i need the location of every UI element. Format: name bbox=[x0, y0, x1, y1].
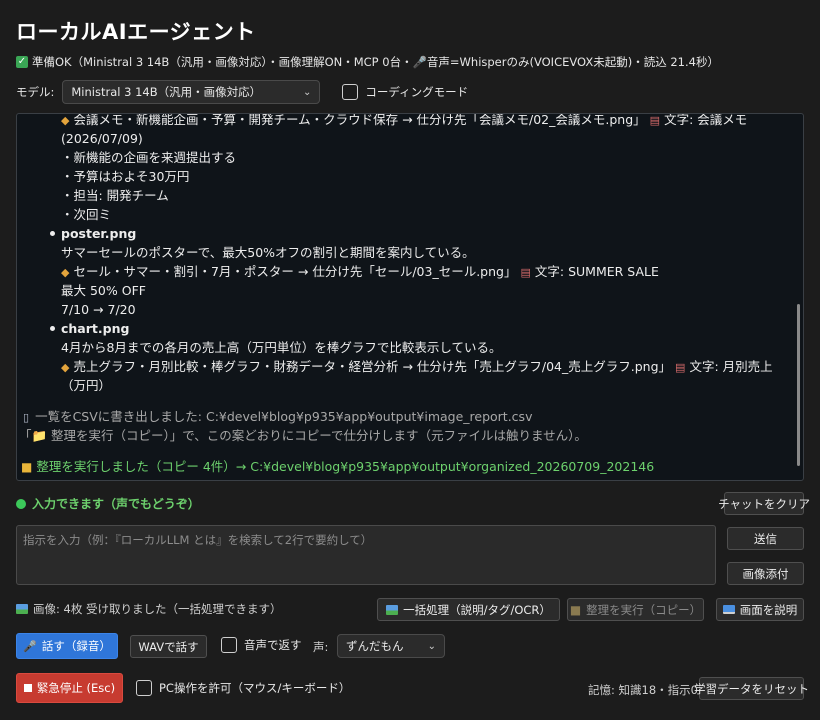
microphone-icon: 🎤 bbox=[23, 639, 37, 653]
image-icon bbox=[386, 604, 399, 615]
organize-done-line: ■ 整理を実行しました（コピー 4件）→ C:¥devel¥blog¥p935¥a… bbox=[21, 459, 655, 474]
prompt-placeholder: 指示を入力（例：『ローカルLLM とは』を検索して2行で要約して） bbox=[23, 533, 373, 547]
check-icon: ✓ bbox=[16, 56, 28, 68]
coding-mode-checkbox[interactable] bbox=[342, 84, 359, 100]
chat-line: ・次回ミ bbox=[61, 207, 112, 222]
file-icon: ▯ bbox=[23, 411, 30, 424]
describe-screen-button[interactable]: 画面を説明 bbox=[716, 598, 804, 621]
wav-talk-button[interactable]: WAVで話す bbox=[130, 635, 207, 658]
voice-reply-checkbox[interactable] bbox=[221, 637, 237, 653]
model-label: モデル: bbox=[16, 85, 55, 99]
organize-hint-line: 「📁 整理を実行（コピー）」で、この案どおりにコピーで仕分けします（元ファイルは… bbox=[19, 428, 587, 443]
tag-icon: ◆ bbox=[61, 266, 70, 279]
chat-log[interactable]: ◆ 会議メモ・新機能企画・予算・開発チーム・クラウド保存 → 仕分け先「会議メモ/… bbox=[16, 113, 804, 481]
chat-line: ・新機能の企画を来週提出する bbox=[61, 150, 237, 165]
model-select-value: Ministral 3 14B（汎用・画像対応） bbox=[71, 85, 262, 99]
chat-line: ・担当: 開発チーム bbox=[61, 188, 169, 203]
status-line: ✓ 準備OK（Ministral 3 14B（汎用・画像対応）・画像理解ON・M… bbox=[16, 54, 719, 70]
monitor-icon bbox=[722, 605, 735, 614]
chat-line: 4月から8月までの各月の売上高（万円単位）を棒グラフで比較表示している。 bbox=[61, 340, 502, 355]
image-icon bbox=[16, 604, 28, 614]
clear-chat-button[interactable]: チャットをクリア bbox=[718, 492, 810, 515]
document-icon: ▤ bbox=[675, 361, 686, 374]
chevron-down-icon: ⌄ bbox=[302, 86, 312, 98]
chevron-down-icon: ⌄ bbox=[427, 640, 436, 652]
talk-button[interactable]: 🎤 話す（録音） bbox=[16, 633, 118, 659]
bullet-icon bbox=[50, 326, 55, 331]
send-button[interactable]: 送信 bbox=[727, 527, 804, 550]
status-dot-icon bbox=[16, 498, 26, 509]
stop-icon bbox=[23, 684, 32, 692]
chat-line: ◆ 会議メモ・新機能企画・予算・開発チーム・クラウド保存 → 仕分け先「会議メモ/… bbox=[61, 113, 748, 127]
folder-icon: ■ bbox=[569, 602, 582, 617]
chat-line: (2026/07/09) bbox=[61, 131, 143, 146]
memory-status: 記憶: 知識18・指示0 bbox=[588, 683, 698, 697]
chat-line: ◆ 売上グラフ・月別比較・棒グラフ・財務データ・経営分析 → 仕分け先「売上グラフ… bbox=[61, 359, 773, 374]
chat-line: ◆ セール・サマー・割引・7月・ポスター → 仕分け先「セール/03_セール.pn… bbox=[61, 264, 659, 279]
model-row: モデル: Ministral 3 14B（汎用・画像対応） ⌄ コーディングモー… bbox=[16, 80, 468, 104]
bullet-icon bbox=[50, 231, 55, 236]
csv-export-line: ▯ 一覧をCSVに書き出しました: C:¥devel¥blog¥p935¥app¥… bbox=[23, 409, 533, 424]
organize-button[interactable]: ■ 整理を実行（コピー） bbox=[567, 598, 704, 621]
prompt-input[interactable]: 指示を入力（例：『ローカルLLM とは』を検索して2行で要約して） bbox=[16, 525, 716, 585]
status-text: 準備OK（Ministral 3 14B（汎用・画像対応）・画像理解ON・MCP… bbox=[32, 55, 719, 69]
folder-icon: ■ bbox=[21, 460, 33, 474]
coding-mode-toggle[interactable]: コーディングモード bbox=[342, 84, 468, 100]
voice-select[interactable]: ずんだもん ⌄ bbox=[337, 634, 445, 658]
chat-scrollbar[interactable] bbox=[797, 304, 800, 466]
file-name: poster.png bbox=[61, 226, 137, 241]
document-icon: ▤ bbox=[649, 114, 661, 127]
voice-label: 声: bbox=[313, 640, 329, 654]
chat-line: （万円） bbox=[61, 378, 112, 393]
voice-select-value: ずんだもん bbox=[346, 639, 404, 653]
tag-icon: ◆ bbox=[61, 114, 70, 127]
model-select[interactable]: Ministral 3 14B（汎用・画像対応） ⌄ bbox=[62, 80, 321, 104]
voice-reply-label: 音声で返す bbox=[244, 638, 302, 652]
chat-line: 7/10 → 7/20 bbox=[61, 302, 136, 317]
chat-line: サマーセールのポスターで、最大50%オフの割引と期間を案内している。 bbox=[61, 245, 475, 260]
pc-control-toggle[interactable]: PC操作を許可（マウス/キーボード） bbox=[136, 680, 350, 696]
file-name: chart.png bbox=[61, 321, 130, 336]
tag-icon: ◆ bbox=[61, 361, 70, 374]
attach-image-button[interactable]: 画像添付 bbox=[727, 562, 804, 585]
chat-line: ・予算はおよそ30万円 bbox=[61, 169, 190, 184]
images-status: 画像: 4枚 受け取りました（一括処理できます） bbox=[16, 601, 282, 617]
reset-learning-button[interactable]: 学習データをリセット bbox=[694, 677, 809, 700]
document-icon: ▤ bbox=[520, 266, 531, 279]
ready-status: 入力できます（声でもどうぞ） bbox=[16, 495, 200, 512]
pc-control-label: PC操作を許可（マウス/キーボード） bbox=[159, 681, 351, 695]
chat-line: 最大 50% OFF bbox=[61, 283, 146, 298]
batch-process-button[interactable]: 一括処理（説明/タグ/OCR） bbox=[377, 598, 560, 621]
coding-mode-label: コーディングモード bbox=[365, 85, 469, 99]
app-title: ローカルAIエージェント bbox=[16, 20, 256, 44]
pc-control-checkbox[interactable] bbox=[136, 680, 152, 696]
emergency-stop-button[interactable]: 緊急停止 (Esc) bbox=[16, 673, 123, 703]
voice-reply-toggle[interactable]: 音声で返す bbox=[221, 637, 302, 653]
